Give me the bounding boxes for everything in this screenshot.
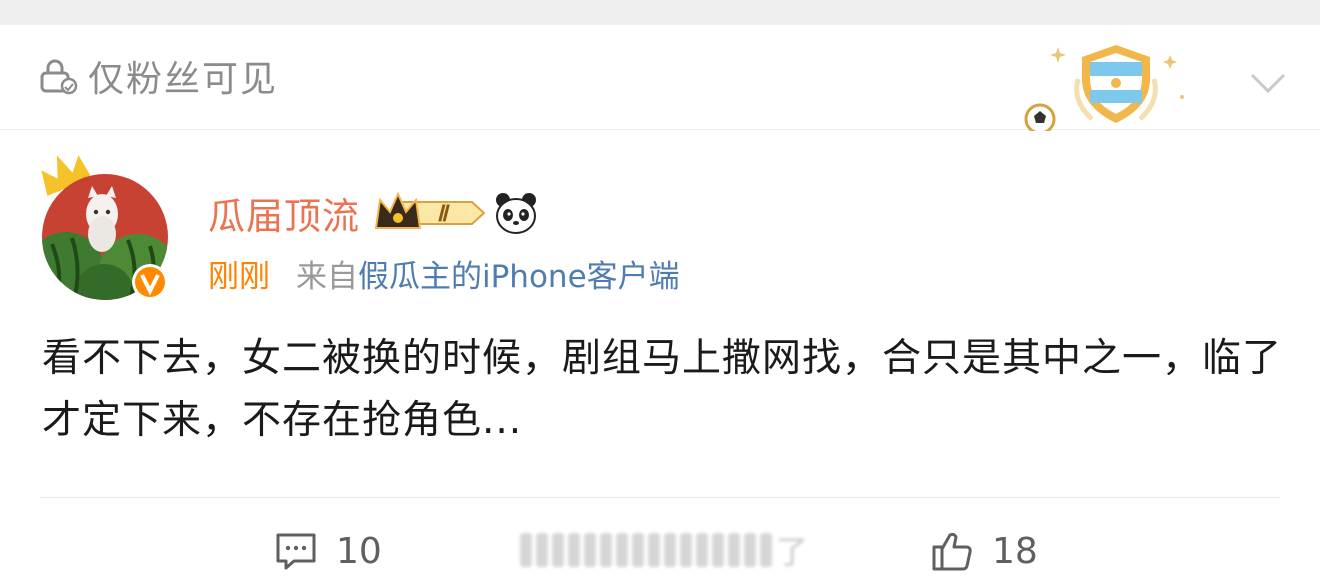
visibility-indicator: 仅粉丝可见 — [38, 49, 278, 103]
visibility-label: 仅粉丝可见 — [88, 59, 279, 100]
source-client-link[interactable]: 假瓜主的iPhone客户端 — [358, 251, 680, 296]
thumbs-up-icon — [932, 532, 972, 571]
crown-vip-icon[interactable]: Ⅱ — [372, 190, 488, 236]
argentina-football-shield-badge-icon — [1024, 45, 1184, 131]
divider — [40, 497, 1280, 498]
post-header: 仅粉丝可见 — [0, 25, 1320, 131]
like-button[interactable]: 18 — [930, 526, 1038, 576]
comment-button[interactable]: 10 — [274, 526, 382, 576]
avatar-container[interactable] — [34, 148, 179, 308]
post-time: 刚刚 — [208, 258, 270, 295]
like-count: 18 — [992, 530, 1038, 572]
post-text: 看不下去，女二被换的时候，剧组马上撒网找，合只是其中之一，临了才定下来，不存在抢… — [42, 336, 1283, 443]
blurred-char: 了 — [776, 533, 809, 571]
author-name-row: 瓜届顶流 Ⅱ — [208, 186, 540, 240]
source-prefix: 来自 — [296, 258, 358, 295]
author-name[interactable]: 瓜届顶流 — [208, 186, 360, 240]
verified-v-icon — [132, 264, 168, 300]
chevron-down-icon[interactable] — [1248, 69, 1288, 97]
panda-face-icon — [496, 193, 536, 234]
comment-icon — [276, 533, 316, 570]
top-gray-strip — [0, 0, 1320, 25]
lock-person-icon — [40, 59, 78, 95]
blurred-repost-area: 了 — [520, 528, 810, 572]
weibo-post-card: 仅粉丝可见 瓜届顶流 Ⅱ 刚刚 来自 假瓜主的iPhone客户端 看不下去，女二… — [0, 0, 1320, 579]
comment-count: 10 — [336, 530, 382, 572]
post-meta: 刚刚 来自 假瓜主的iPhone客户端 — [208, 250, 680, 296]
